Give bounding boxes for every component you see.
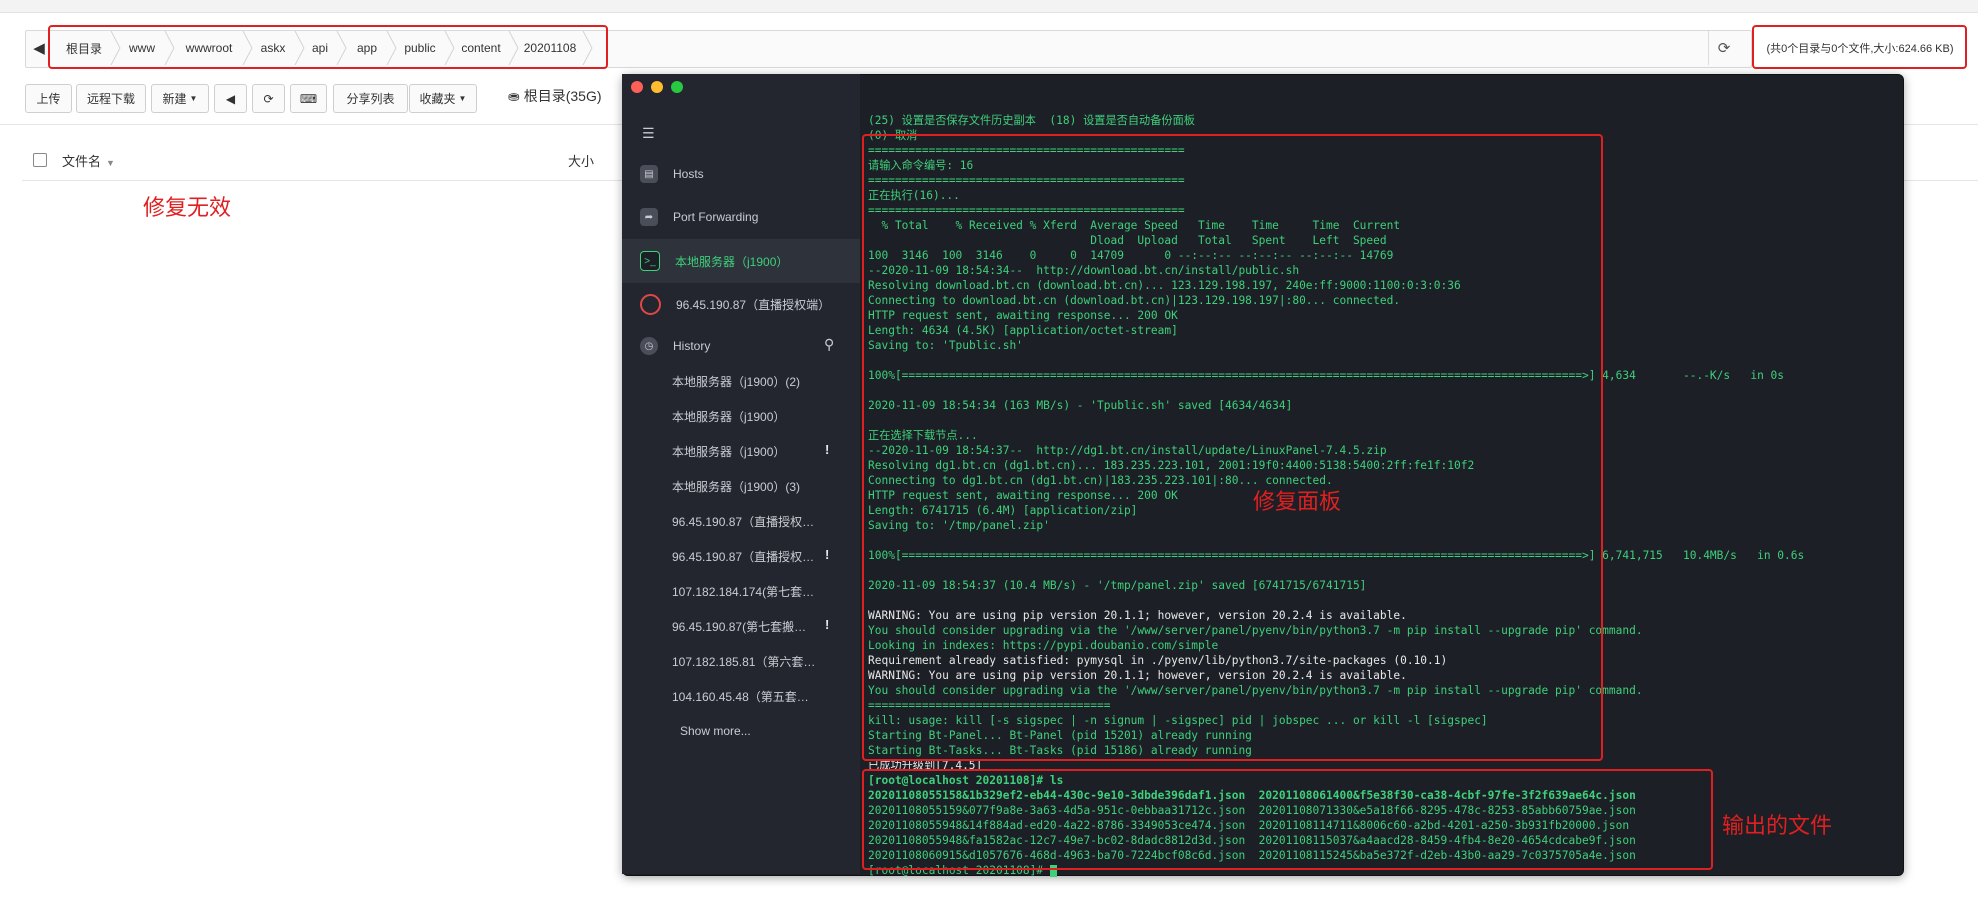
favorites-label: 收藏夹 (419, 92, 456, 106)
terminal-prompt-icon: >_ (640, 251, 660, 271)
search-icon[interactable]: ⚲ (824, 336, 834, 353)
terminal-icon[interactable]: ⌨ (290, 84, 327, 113)
disconnected-circle-icon (640, 293, 661, 315)
annotation-fix-panel: 修复面板 (1253, 489, 1342, 514)
caret-down-icon: ▼ (189, 94, 198, 103)
sidebar-item-local-server[interactable]: >_ 本地服务器（j1900） (622, 239, 860, 283)
sidebar-item-hosts[interactable]: ▤ Hosts (622, 155, 860, 193)
history-item[interactable]: 本地服务器（j1900） (672, 408, 822, 425)
history-item[interactable]: 本地服务器（j1900） (672, 443, 822, 460)
terminal-line: (25) 设置是否保存文件历史副本 (18) 设置是否自动备份面板 (868, 114, 1195, 127)
history-item[interactable]: 96.45.190.87（直播授权… (672, 513, 822, 530)
warning-icon: ! (825, 547, 830, 562)
share-list-button[interactable]: 分享列表 (333, 84, 408, 113)
history-item[interactable]: 96.45.190.87（直播授权… (672, 548, 822, 565)
hosts-icon: ▤ (640, 165, 658, 183)
column-header-size[interactable]: 大小 (568, 151, 594, 170)
annotation-fix-invalid: 修复无效 (143, 195, 232, 220)
sidebar-item-port-forwarding[interactable]: ➦ Port Forwarding (622, 198, 860, 236)
history-item[interactable]: 107.182.184.174(第七套搬… (672, 583, 822, 600)
show-more-link[interactable]: Show more... (680, 724, 751, 738)
output-files-highlight-box (862, 769, 1713, 870)
sidebar-remote-server-label: 96.45.190.87（直播授权端） (676, 297, 831, 312)
annotation-output-files: 输出的文件 (1722, 813, 1833, 838)
top-strip (0, 0, 1978, 13)
refresh-icon[interactable]: ⟳ (1708, 31, 1739, 65)
sidebar-history-label: History (673, 339, 711, 353)
sidebar-local-server-label: 本地服务器（j1900） (675, 254, 789, 269)
history-item[interactable]: 96.45.190.87(第七套搬… (672, 618, 822, 635)
column-name-label: 文件名 (62, 154, 102, 169)
history-item[interactable]: 本地服务器（j1900）(3) (672, 478, 822, 495)
warning-icon: ! (825, 617, 830, 632)
sort-caret-icon: ▼ (106, 158, 115, 168)
remote-download-button[interactable]: 远程下载 (76, 84, 146, 113)
minimize-window-icon[interactable] (651, 81, 663, 93)
disk-icon: ⛂ (508, 87, 520, 104)
maximize-window-icon[interactable] (671, 81, 683, 93)
disk-label: 根目录(35G) (523, 88, 602, 104)
warning-icon: ! (825, 442, 830, 457)
history-item[interactable]: 本地服务器（j1900）(2) (672, 373, 822, 390)
panel-repair-highlight-box (862, 134, 1603, 761)
favorites-dropdown-button[interactable]: 收藏夹 ▼ (409, 84, 477, 113)
upload-button[interactable]: 上传 (25, 84, 72, 113)
back-nav-icon[interactable]: ◀ (214, 84, 247, 113)
sidebar-hosts-label: Hosts (673, 167, 704, 181)
sidebar-port-forwarding-label: Port Forwarding (673, 210, 759, 224)
reload-icon[interactable]: ⟳ (252, 84, 285, 113)
menu-icon[interactable]: ☰ (642, 125, 660, 142)
port-forwarding-icon: ➦ (640, 208, 658, 226)
breadcrumb-highlight-box (48, 25, 608, 69)
history-item[interactable]: 104.160.45.48（第五套… (672, 688, 822, 705)
select-all-checkbox[interactable] (33, 153, 47, 167)
new-label: 新建 (162, 92, 187, 106)
new-dropdown-button[interactable]: 新建 ▼ (151, 84, 209, 113)
column-header-filename[interactable]: 文件名 ▼ (62, 151, 115, 170)
history-item[interactable]: 107.182.185.81（第六套… (672, 653, 822, 670)
close-window-icon[interactable] (631, 81, 643, 93)
caret-down-icon: ▼ (458, 94, 467, 103)
terminal-sidebar (622, 74, 860, 874)
sidebar-item-remote-server[interactable]: 96.45.190.87（直播授权端） (622, 285, 860, 323)
history-clock-icon: ◷ (640, 337, 658, 355)
disk-selector[interactable]: ⛂ 根目录(35G) (508, 86, 602, 106)
summary-highlight-box (1752, 25, 1967, 69)
